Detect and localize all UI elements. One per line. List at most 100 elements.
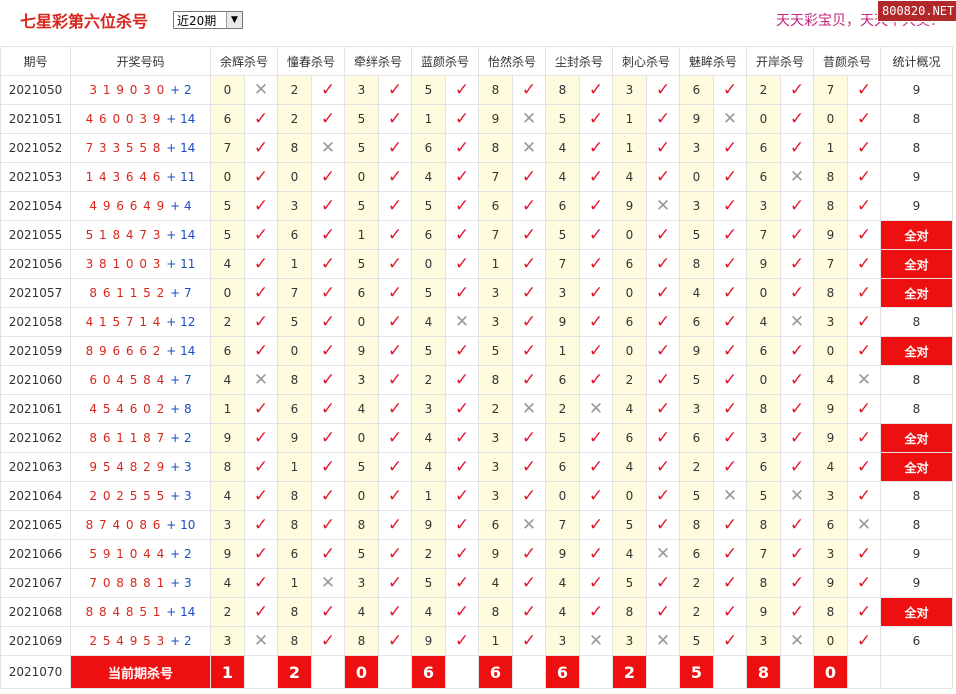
kill-result: ✓ <box>378 626 412 656</box>
kill-result: ✓ <box>311 539 345 569</box>
check-icon: ✓ <box>588 80 604 100</box>
check-icon: ✓ <box>655 109 671 129</box>
check-icon: ✓ <box>588 167 604 187</box>
check-icon: ✓ <box>253 486 269 506</box>
kill-result: ✓ <box>847 75 881 105</box>
kill-result: ✕ <box>780 481 814 511</box>
kill-result: ✓ <box>244 307 278 337</box>
kill-result: ✓ <box>378 278 412 308</box>
check-icon: ✓ <box>454 370 470 390</box>
kill-number: 6 <box>746 133 781 163</box>
kill-number: 2 <box>210 307 245 337</box>
draw-bonus: + 14 <box>166 605 196 619</box>
kill-number: 4 <box>210 249 245 279</box>
current-kill-number: 2 <box>277 655 312 689</box>
kill-number: 8 <box>478 365 513 395</box>
kill-number: 7 <box>746 539 781 569</box>
check-icon: ✓ <box>856 457 872 477</box>
kill-number: 9 <box>277 423 312 453</box>
check-icon: ✓ <box>722 138 738 158</box>
kill-result: ✓ <box>847 307 881 337</box>
kill-number: 3 <box>813 539 848 569</box>
check-icon: ✓ <box>588 602 604 622</box>
kill-number: 9 <box>746 249 781 279</box>
kill-result: ✓ <box>378 307 412 337</box>
kill-number: 6 <box>545 365 580 395</box>
check-icon: ✓ <box>253 138 269 158</box>
kill-number: 3 <box>612 75 647 105</box>
cross-icon: ✕ <box>588 399 604 419</box>
kill-result: ✓ <box>847 133 881 163</box>
check-icon: ✓ <box>655 283 671 303</box>
kill-result: ✓ <box>646 452 680 482</box>
check-icon: ✓ <box>722 399 738 419</box>
kill-result: ✓ <box>646 365 680 395</box>
kill-number: 2 <box>277 75 312 105</box>
header-issue: 期号 <box>0 46 71 76</box>
draw-numbers: 6 0 4 5 8 4 <box>89 373 166 387</box>
kill-number: 1 <box>277 568 312 598</box>
check-icon: ✓ <box>521 341 537 361</box>
kill-number: 5 <box>411 278 446 308</box>
kill-number: 4 <box>210 481 245 511</box>
kill-number: 3 <box>344 568 379 598</box>
kill-result: ✓ <box>780 394 814 424</box>
kill-result: ✕ <box>311 133 345 163</box>
kill-result: ✓ <box>445 423 479 453</box>
kill-number: 6 <box>411 220 446 250</box>
kill-result: ✓ <box>311 336 345 366</box>
issue-cell: 2021050 <box>0 75 71 105</box>
kill-result: ✓ <box>713 220 747 250</box>
check-icon: ✓ <box>722 631 738 651</box>
draw-numbers: 7 3 3 5 5 8 <box>85 141 162 155</box>
kill-result: ✓ <box>847 336 881 366</box>
draw-cell: 3 1 9 0 3 0 + 2 <box>70 75 211 105</box>
kill-result: ✓ <box>780 423 814 453</box>
kill-number: 3 <box>478 278 513 308</box>
kill-number: 8 <box>813 278 848 308</box>
draw-cell: 7 0 8 8 8 1 + 3 <box>70 568 211 598</box>
kill-number: 5 <box>411 191 446 221</box>
kill-number: 3 <box>411 394 446 424</box>
kill-result: ✓ <box>512 191 546 221</box>
kill-number: 5 <box>679 626 714 656</box>
issue-cell: 2021068 <box>0 597 71 627</box>
kill-result: ✓ <box>780 133 814 163</box>
check-icon: ✓ <box>521 254 537 274</box>
period-select-value: 近20期 <box>177 14 217 28</box>
empty-cell <box>378 655 412 689</box>
kill-number: 8 <box>344 626 379 656</box>
kill-number: 1 <box>612 133 647 163</box>
kill-number: 1 <box>277 452 312 482</box>
kill-number: 6 <box>411 133 446 163</box>
kill-result: ✓ <box>646 597 680 627</box>
kill-number: 9 <box>813 568 848 598</box>
kill-result: ✓ <box>445 75 479 105</box>
kill-number: 6 <box>612 423 647 453</box>
check-icon: ✓ <box>655 457 671 477</box>
table-row: 2021063 9 5 4 8 2 9 + 3 8 ✓ 1 ✓ 5 ✓ 4 ✓ 3 ✓ 6 ✓ 4 ✓ 2 ✓ 6 ✓… <box>0 452 953 482</box>
check-icon: ✓ <box>722 283 738 303</box>
issue-cell: 2021057 <box>0 278 71 308</box>
check-icon: ✓ <box>856 486 872 506</box>
check-icon: ✓ <box>454 544 470 564</box>
kill-number: 6 <box>746 162 781 192</box>
kill-number: 6 <box>210 336 245 366</box>
kill-result: ✓ <box>378 336 412 366</box>
kill-result: ✓ <box>847 249 881 279</box>
chevron-down-icon[interactable]: ▼ <box>226 12 242 28</box>
all-correct-badge: 全对 <box>880 597 953 627</box>
issue-cell: 2021056 <box>0 249 71 279</box>
check-icon: ✓ <box>320 486 336 506</box>
check-icon: ✓ <box>454 341 470 361</box>
empty-cell <box>646 655 680 689</box>
kill-number: 6 <box>277 539 312 569</box>
check-icon: ✓ <box>387 457 403 477</box>
header-expert: 魅眸杀号 <box>679 46 747 76</box>
current-kill-number: 1 <box>210 655 245 689</box>
kill-number: 9 <box>411 510 446 540</box>
kill-result: ✓ <box>445 104 479 134</box>
period-select[interactable]: 近20期 ▼ <box>173 11 243 29</box>
kill-number: 2 <box>679 452 714 482</box>
top-bar: 七星彩第六位杀号 近20期 ▼ 天天彩宝贝，天天中大奖！ 800820.NET <box>0 0 956 43</box>
